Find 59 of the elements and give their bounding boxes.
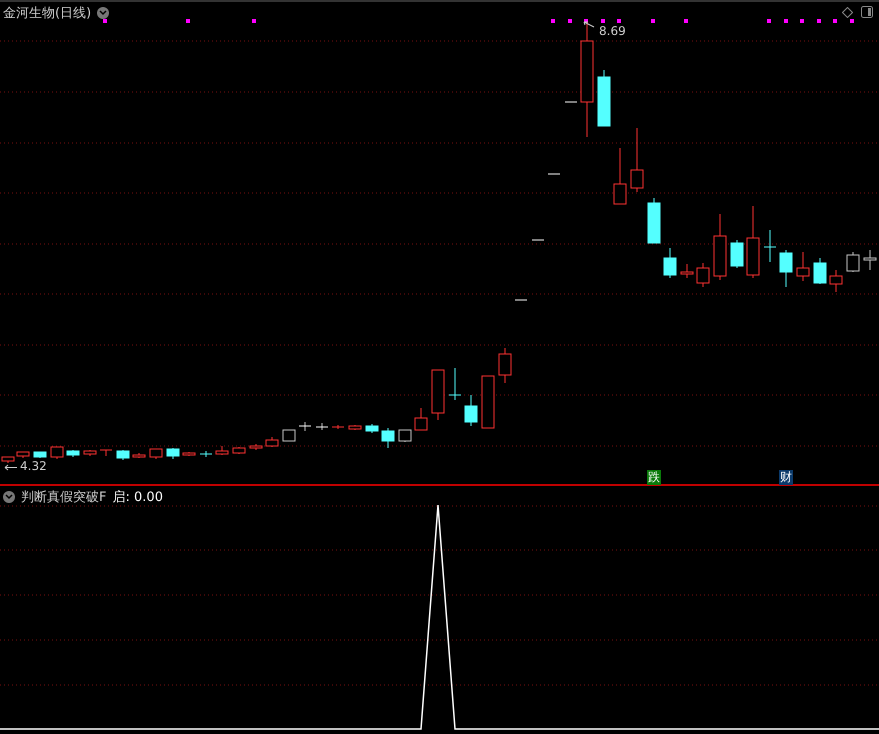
- candlestick: [498, 348, 512, 384]
- candlestick: [414, 408, 428, 430]
- candlestick: [398, 430, 412, 442]
- signal-marker: 财: [779, 470, 793, 485]
- candlestick: [232, 446, 246, 454]
- candlestick: [332, 424, 344, 430]
- candlestick: [714, 214, 726, 280]
- candlestick: [348, 424, 362, 430]
- candlestick: [830, 270, 842, 292]
- candlestick: [316, 422, 328, 430]
- candlestick: [366, 424, 378, 434]
- candlestick: [764, 230, 776, 262]
- pointer-arrow-icon: [583, 21, 595, 29]
- candlestick: [116, 450, 130, 460]
- candlestick: [250, 444, 262, 450]
- candlestick: [150, 448, 162, 460]
- candlestick: [282, 430, 296, 442]
- candlestick: [16, 452, 30, 458]
- candlestick: [132, 452, 146, 458]
- candlestick: [448, 368, 462, 400]
- candlestick: [664, 248, 676, 278]
- low-price-label: 4.32: [20, 459, 47, 473]
- high-price-label: 8.69: [599, 25, 626, 37]
- candlestick: [34, 452, 46, 458]
- candlestick: [796, 252, 810, 282]
- candlestick: [696, 262, 710, 288]
- candlestick: [464, 394, 478, 426]
- candlestick: [864, 250, 876, 270]
- indicator-name: 判断真假突破F: [21, 489, 106, 506]
- candlestick: [66, 450, 80, 458]
- dropdown-icon[interactable]: [3, 491, 15, 503]
- candlestick: [382, 428, 394, 448]
- candlestick: [200, 450, 212, 458]
- candlestick: [216, 446, 228, 456]
- candlestick: [50, 446, 64, 460]
- candlestick: [814, 258, 826, 284]
- panel-toggle-icon[interactable]: [861, 6, 873, 18]
- candlestick: [648, 198, 660, 244]
- candlestick: [614, 148, 626, 204]
- diamond-icon[interactable]: [842, 6, 853, 18]
- candlestick: [730, 240, 744, 268]
- chart-title: 金河生物(日线): [3, 5, 92, 22]
- candlestick: [100, 450, 112, 456]
- signal-marker: 跌: [647, 470, 661, 485]
- candlestick: [680, 264, 694, 278]
- candlestick: [182, 452, 196, 456]
- pointer-arrow-icon: [4, 464, 18, 471]
- candlestick: [630, 128, 644, 192]
- dropdown-icon[interactable]: [97, 7, 110, 19]
- indicator-value: 启: 0.00: [112, 489, 163, 506]
- candlestick: [166, 448, 180, 460]
- candlestick: [266, 436, 278, 448]
- candlestick: [598, 70, 610, 126]
- candlestick: [432, 370, 444, 420]
- candlestick: [780, 250, 792, 288]
- candlestick: [846, 252, 860, 272]
- candlestick: [298, 422, 312, 432]
- candlestick: [84, 450, 96, 456]
- candlestick: [482, 376, 494, 428]
